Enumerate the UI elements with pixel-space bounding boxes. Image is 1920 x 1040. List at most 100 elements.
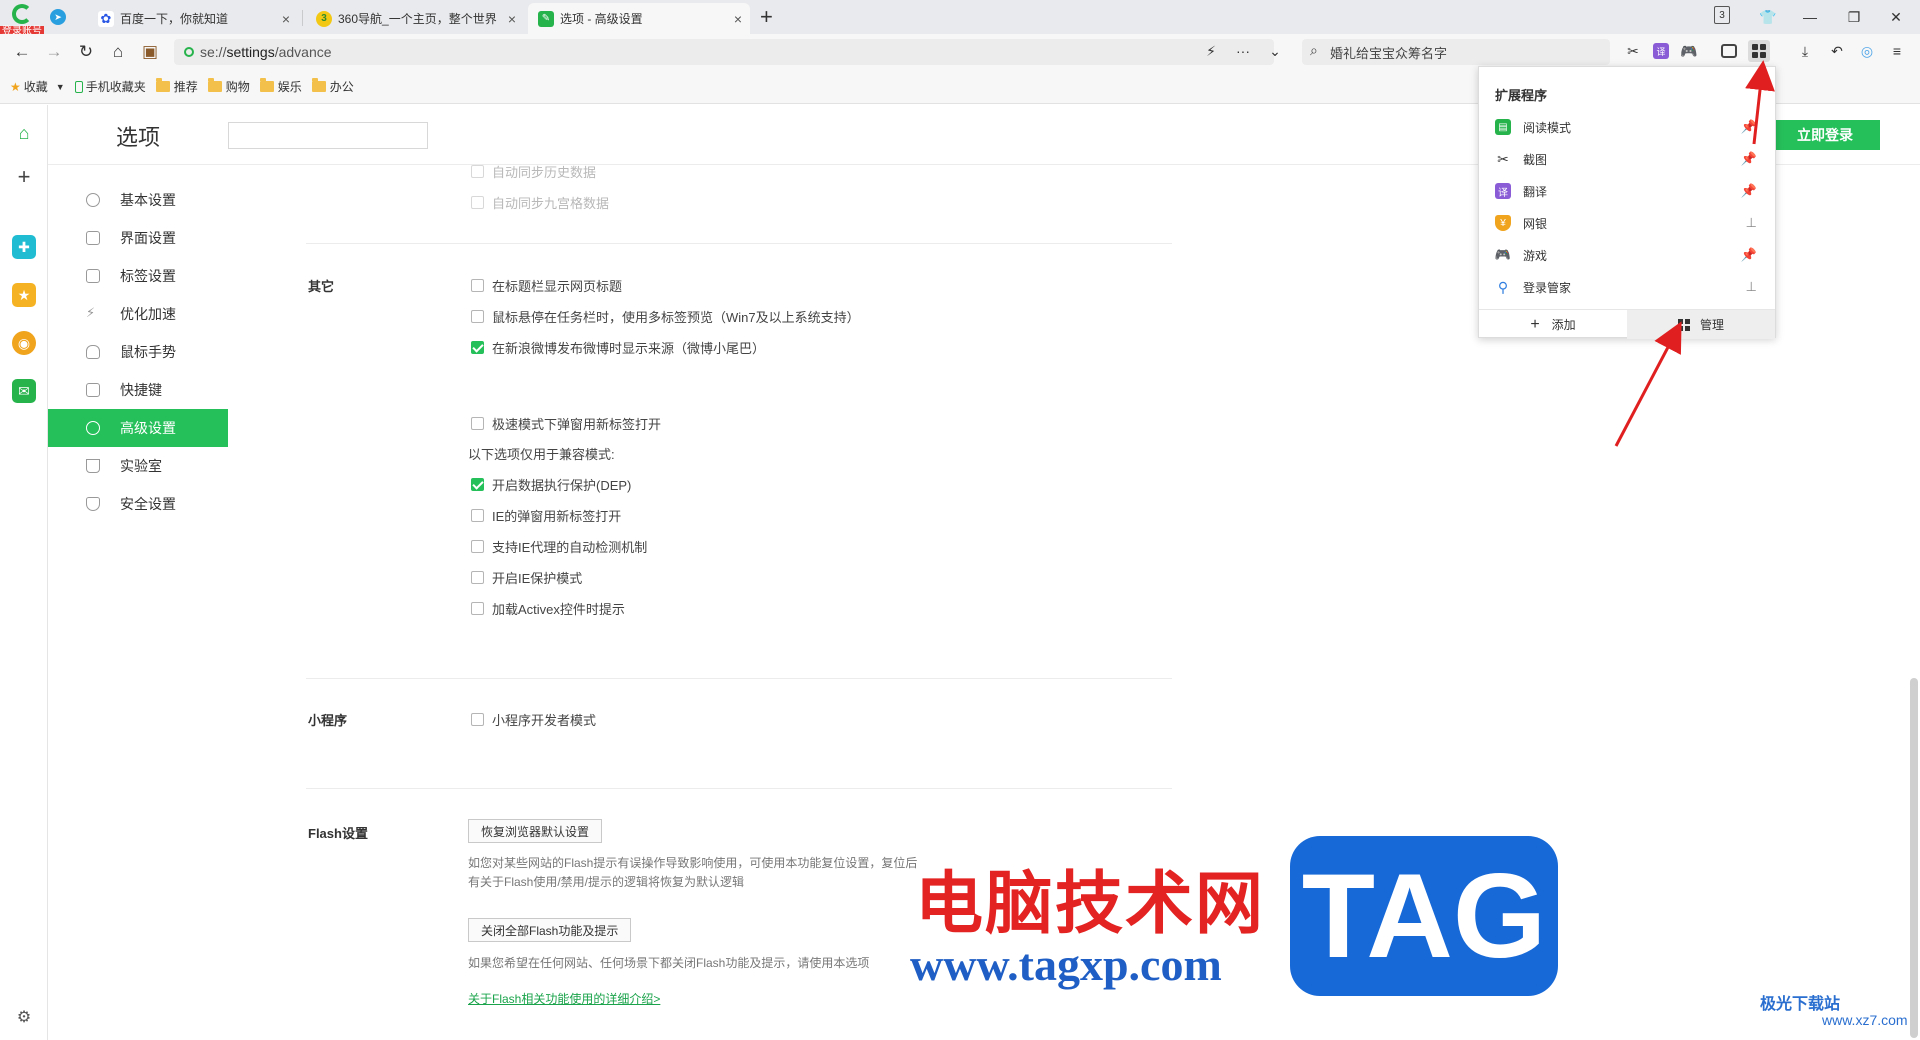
- home-button[interactable]: ⌂: [106, 40, 130, 64]
- checkbox[interactable]: [471, 540, 484, 553]
- download-icon[interactable]: ⤓: [1794, 40, 1816, 62]
- home-icon[interactable]: ⌂: [12, 121, 36, 145]
- sidebar-item-security[interactable]: 安全设置: [48, 485, 228, 523]
- restore-defaults-button[interactable]: 恢复浏览器默认设置: [468, 819, 603, 843]
- scrollbar[interactable]: [1910, 678, 1918, 1038]
- option-sync-history[interactable]: 自动同步历史数据: [471, 162, 596, 181]
- checkbox[interactable]: [471, 602, 484, 615]
- login-button[interactable]: 立即登录: [1770, 120, 1880, 150]
- extension-item-screenshot[interactable]: ✂ 截图 📌: [1479, 143, 1775, 175]
- sidebar-item-shortcuts[interactable]: 快捷键: [48, 371, 228, 409]
- bookmark-mobile[interactable]: 手机收藏夹: [74, 78, 146, 95]
- tab-baidu[interactable]: ✿ 百度一下，你就知道 ×: [88, 3, 298, 34]
- game-icon[interactable]: 🎮: [1678, 40, 1700, 62]
- sidebar-item-advanced[interactable]: 高级设置: [48, 409, 228, 447]
- sidebar-item-mouse[interactable]: 鼠标手势: [48, 333, 228, 371]
- telegram-icon[interactable]: ➤: [50, 9, 66, 25]
- search-box[interactable]: ⌕ 婚礼给宝宝众筹名字: [1302, 39, 1610, 65]
- checkbox[interactable]: [471, 165, 484, 178]
- checkbox[interactable]: [471, 196, 484, 209]
- translate-icon[interactable]: 译: [1650, 40, 1672, 62]
- globe-icon[interactable]: ◎: [1856, 40, 1878, 62]
- minimize-button[interactable]: —: [1790, 0, 1830, 34]
- bookmark-folder-shopping[interactable]: 购物: [207, 78, 250, 95]
- bookmark-label: 手机收藏夹: [85, 80, 146, 94]
- restore-button[interactable]: ❐: [1834, 0, 1874, 34]
- tab-count-button[interactable]: 3: [1714, 6, 1730, 24]
- refresh-button[interactable]: ↻: [74, 40, 98, 64]
- chevron-down-icon[interactable]: ⌄: [1264, 40, 1286, 62]
- sidebar-item-interface[interactable]: 界面设置: [48, 219, 228, 257]
- checkbox[interactable]: [471, 509, 484, 522]
- extension-item-game[interactable]: 🎮 游戏 📌: [1479, 239, 1775, 271]
- sidebar-item-speed[interactable]: ⚡ 优化加速: [48, 295, 228, 333]
- favorite-star-icon[interactable]: ★: [12, 283, 36, 307]
- option-ie-protect[interactable]: 开启IE保护模式: [471, 568, 582, 587]
- close-tab-icon[interactable]: ×: [508, 11, 516, 27]
- option-popup-new-tab[interactable]: 极速模式下弹窗用新标签打开: [471, 414, 661, 433]
- extension-item-bank[interactable]: ¥ 网银 ⊥: [1479, 207, 1775, 239]
- undo-icon[interactable]: ↶: [1826, 40, 1848, 62]
- option-weibo-source[interactable]: 在新浪微博发布微博时显示来源（微博小尾巴）: [471, 338, 765, 357]
- settings-search-input[interactable]: [228, 122, 428, 149]
- extension-item-login-manager[interactable]: ⚲ 登录管家 ⊥: [1479, 271, 1775, 303]
- manage-extensions-button[interactable]: 管理: [1627, 310, 1775, 339]
- back-button[interactable]: ←: [10, 40, 34, 64]
- option-mini-dev[interactable]: 小程序开发者模式: [471, 710, 596, 729]
- extension-item-translate[interactable]: 译 翻译 📌: [1479, 175, 1775, 207]
- checkbox[interactable]: [471, 310, 484, 323]
- pin-icon[interactable]: ⊥: [1746, 215, 1757, 231]
- address-bar[interactable]: se://settings/advance: [174, 39, 1274, 65]
- pin-icon[interactable]: 📌: [1741, 183, 1757, 199]
- gear-icon[interactable]: ⚙: [12, 1005, 36, 1029]
- bookmark-favorites[interactable]: ★ 收藏 ▼: [10, 78, 65, 95]
- option-dep[interactable]: 开启数据执行保护(DEP): [471, 475, 631, 494]
- browser-logo[interactable]: [8, 4, 36, 24]
- bookmark-folder-office[interactable]: 办公: [311, 78, 354, 95]
- extension-item-reader[interactable]: ▤ 阅读模式 📌: [1479, 111, 1775, 143]
- close-tab-icon[interactable]: ×: [734, 11, 742, 27]
- close-tab-icon[interactable]: ×: [282, 11, 290, 27]
- checkbox[interactable]: [471, 417, 484, 430]
- pin-icon[interactable]: 📌: [1741, 247, 1757, 263]
- extensions-grid-icon[interactable]: [1748, 40, 1770, 62]
- checkbox[interactable]: [471, 713, 484, 726]
- flash-detail-link[interactable]: 关于Flash相关功能使用的详细介绍>: [468, 990, 660, 1007]
- lightning-icon[interactable]: ⚡: [1200, 40, 1222, 62]
- option-ie-popup[interactable]: IE的弹窗用新标签打开: [471, 506, 621, 525]
- more-icon[interactable]: ···: [1232, 40, 1254, 62]
- disable-flash-button[interactable]: 关闭全部Flash功能及提示: [468, 918, 632, 942]
- option-sync-grid[interactable]: 自动同步九宫格数据: [471, 193, 609, 212]
- skin-icon[interactable]: 👕: [1748, 0, 1788, 34]
- scissors-icon[interactable]: ✂: [1622, 40, 1644, 62]
- briefcase-icon[interactable]: ▣: [138, 40, 162, 64]
- checkbox[interactable]: [471, 279, 484, 292]
- pin-icon[interactable]: ⊥: [1746, 279, 1757, 295]
- mail-icon[interactable]: ✉: [12, 379, 36, 403]
- sidebar-item-lab[interactable]: 实验室: [48, 447, 228, 485]
- pin-icon[interactable]: 📌: [1741, 151, 1757, 167]
- close-window-button[interactable]: ✕: [1876, 0, 1916, 34]
- add-extension-button[interactable]: + 添加: [1479, 310, 1627, 339]
- checkbox[interactable]: [471, 341, 484, 354]
- option-taskbar-preview[interactable]: 鼠标悬停在任务栏时，使用多标签预览（Win7及以上系统支持）: [471, 307, 860, 326]
- option-ie-proxy[interactable]: 支持IE代理的自动检测机制: [471, 537, 647, 556]
- bookmark-folder-recommend[interactable]: 推荐: [155, 78, 198, 95]
- sidebar-item-basic[interactable]: 基本设置: [48, 181, 228, 219]
- option-show-title[interactable]: 在标题栏显示网页标题: [471, 276, 622, 295]
- add-icon[interactable]: +: [12, 164, 36, 189]
- tab-360-nav[interactable]: 3 360导航_一个主页，整个世界 ×: [306, 3, 524, 34]
- option-activex[interactable]: 加载Activex控件时提示: [471, 599, 625, 618]
- forward-button[interactable]: →: [42, 40, 66, 64]
- sidebar-item-tabs[interactable]: 标签设置: [48, 257, 228, 295]
- pin-icon[interactable]: 📌: [1741, 119, 1757, 135]
- health-icon[interactable]: ✚: [12, 235, 36, 259]
- weibo-icon[interactable]: ◉: [12, 331, 36, 355]
- reader-icon[interactable]: [1718, 40, 1740, 62]
- checkbox[interactable]: [471, 571, 484, 584]
- tab-settings-advanced[interactable]: ✎ 选项 - 高级设置 ×: [528, 3, 750, 34]
- new-tab-button[interactable]: +: [760, 4, 773, 30]
- checkbox[interactable]: [471, 478, 484, 491]
- bookmark-folder-entertainment[interactable]: 娱乐: [259, 78, 302, 95]
- menu-icon[interactable]: ≡: [1886, 40, 1908, 62]
